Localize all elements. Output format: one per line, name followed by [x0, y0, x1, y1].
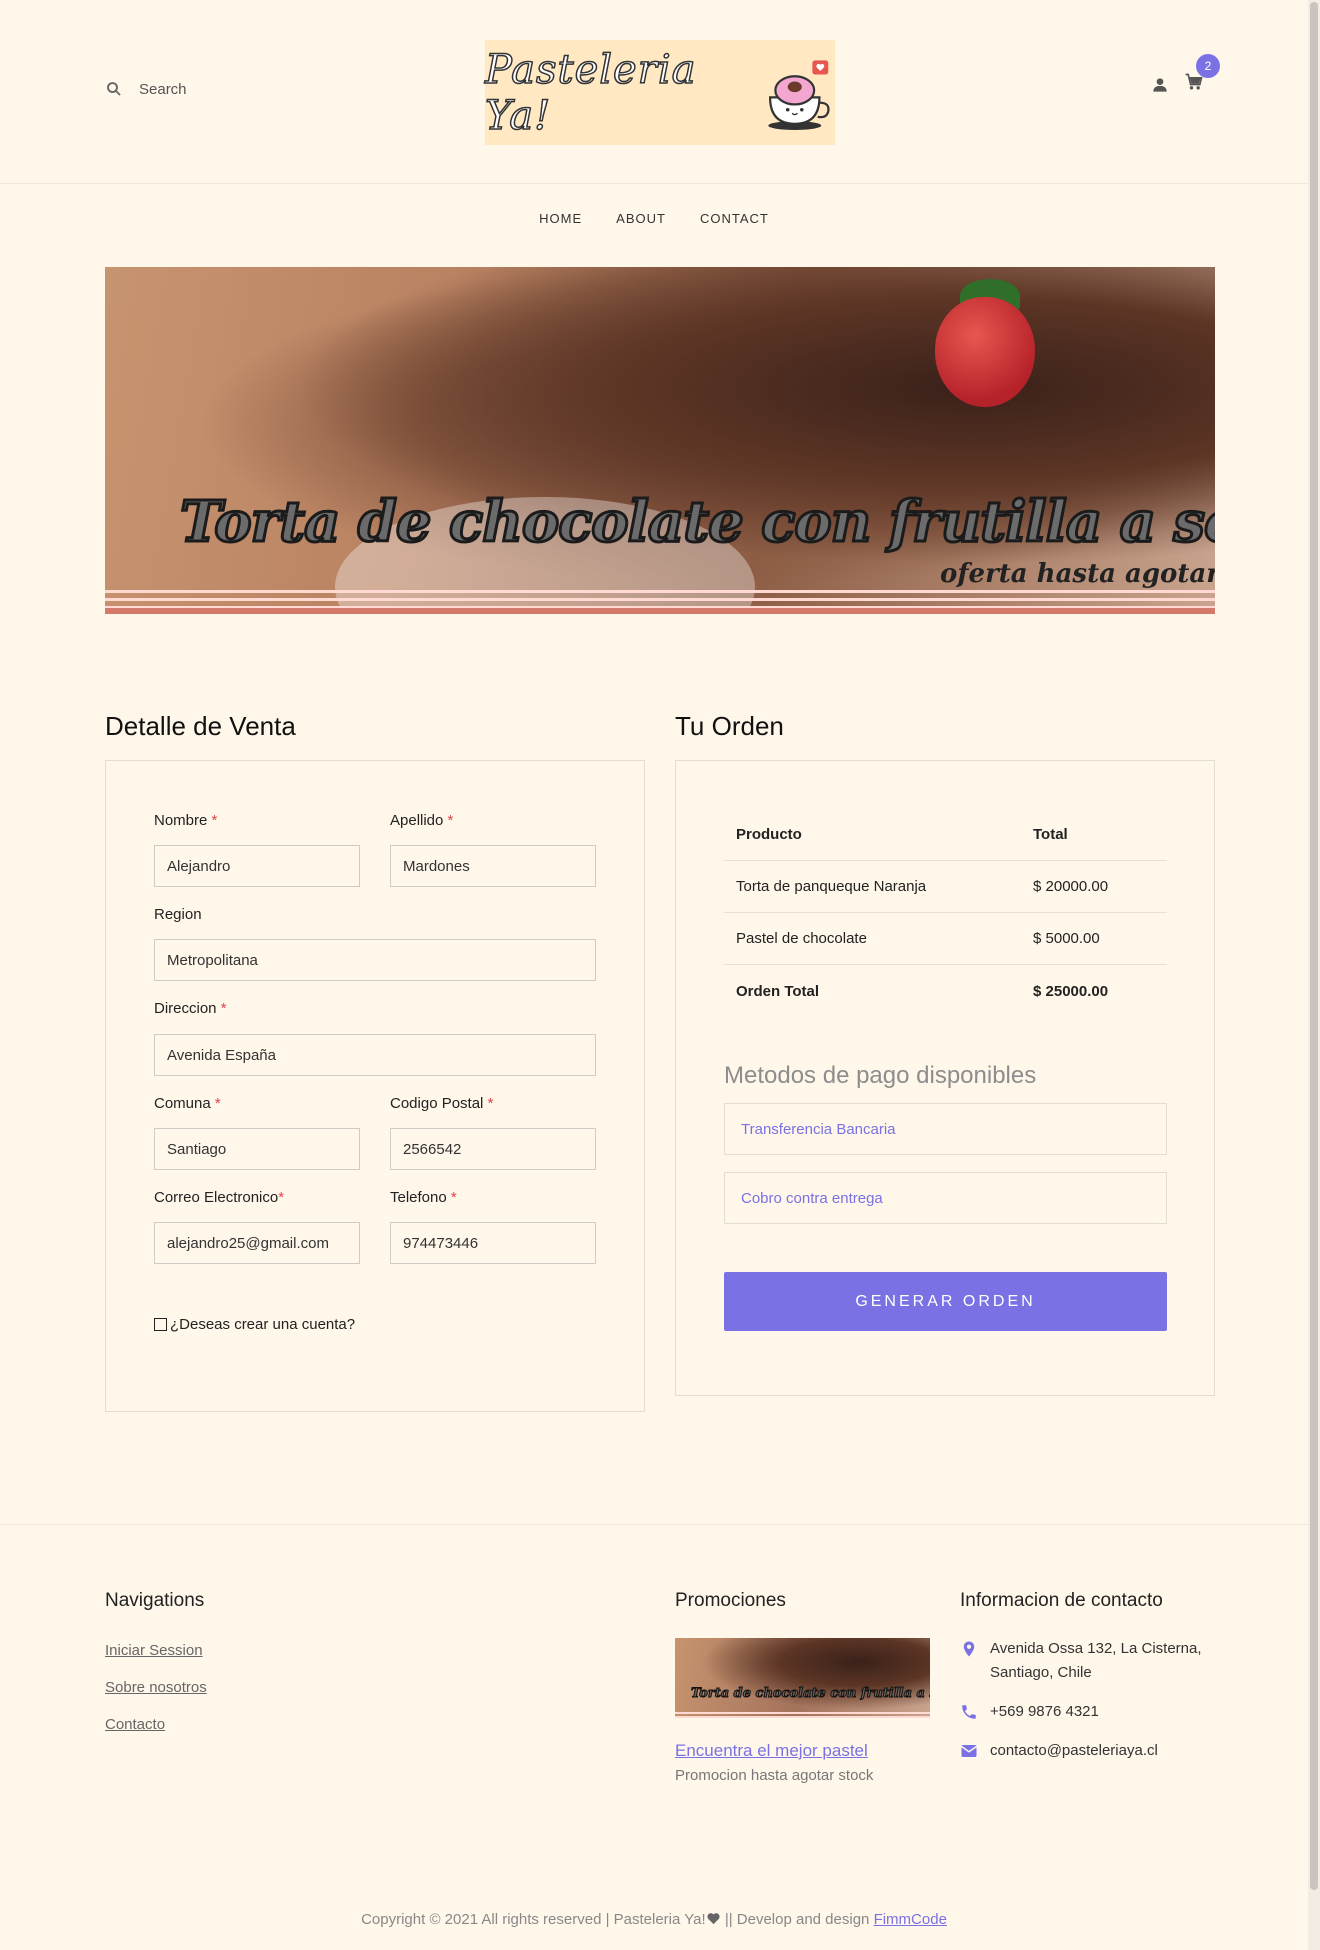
footer-link-contact[interactable]: Contacto: [105, 1716, 165, 1733]
order-table-header: Producto Total: [724, 808, 1167, 861]
promo-thumbnail-stripe: [675, 1712, 930, 1718]
cart-button[interactable]: 2: [1184, 54, 1220, 97]
payment-option-cod[interactable]: Cobro contra entrega: [724, 1172, 1167, 1224]
promo-title-link[interactable]: Encuentra el mejor pastel: [675, 1741, 868, 1761]
row-product: Torta de panqueque Naranja: [736, 878, 927, 895]
col-producto: Producto: [736, 825, 802, 843]
phone-text: +569 9876 4321: [990, 1703, 1099, 1720]
correo-label: Correo Electronico*: [154, 1189, 285, 1206]
telefono-label: Telefono *: [390, 1189, 457, 1206]
contact-email: contacto@pasteleriaya.cl: [960, 1739, 1158, 1763]
footer-contact-heading: Informacion de contacto: [960, 1590, 1163, 1611]
promo-thumbnail-text: Torta de chocolate con frutilla a solo $…: [690, 1686, 930, 1702]
row-product: Pastel de chocolate: [736, 930, 867, 947]
promo-subtitle: Promocion hasta agotar stock: [675, 1767, 874, 1784]
footer-promo-heading: Promociones: [675, 1590, 786, 1611]
order-total-label: Orden Total: [736, 982, 820, 1000]
create-account-checkbox[interactable]: ¿Deseas crear una cuenta?: [154, 1316, 355, 1333]
developer-link[interactable]: FimmCode: [874, 1911, 947, 1928]
nav-about[interactable]: ABOUT: [616, 211, 666, 226]
apellido-field[interactable]: [390, 845, 596, 887]
location-icon: [963, 1641, 975, 1657]
site-logo[interactable]: Pasteleria Ya!: [484, 40, 835, 145]
comuna-label: Comuna *: [154, 1095, 221, 1112]
email-field[interactable]: [154, 1222, 360, 1264]
direccion-field[interactable]: [154, 1034, 596, 1076]
billing-heading: Detalle de Venta: [105, 711, 296, 741]
contact-address: Avenida Ossa 132, La Cisterna, Santiago,…: [960, 1637, 1202, 1685]
payment-option-transfer[interactable]: Transferencia Bancaria: [724, 1103, 1167, 1155]
search-icon[interactable]: [105, 80, 123, 98]
user-icon[interactable]: [1150, 75, 1170, 95]
region-label: Region: [154, 906, 202, 923]
nav-home[interactable]: HOME: [539, 211, 582, 226]
table-row: Pastel de chocolate $ 5000.00: [724, 913, 1167, 965]
scrollbar-thumb[interactable]: [1310, 2, 1318, 1890]
footer-nav-heading: Navigations: [105, 1590, 205, 1611]
cart-count-badge: 2: [1196, 54, 1220, 78]
row-total: $ 5000.00: [1033, 930, 1100, 947]
address-line-1: Avenida Ossa 132, La Cisterna,: [990, 1640, 1202, 1657]
table-row: Torta de panqueque Naranja $ 20000.00: [724, 861, 1167, 913]
banner-subtitle: oferta hasta agotar stock: [940, 559, 1215, 589]
banner-stripes: [105, 590, 1215, 614]
nombre-label: Nombre *: [154, 812, 218, 829]
order-total-row: Orden Total $ 25000.00: [724, 965, 1167, 1017]
order-total-value: $ 25000.00: [1033, 982, 1109, 1000]
footer-link-login[interactable]: Iniciar Session: [105, 1642, 203, 1659]
nombre-field[interactable]: [154, 845, 360, 887]
generate-order-button[interactable]: GENERAR ORDEN: [724, 1272, 1167, 1331]
copyright-mid: || Develop and design: [720, 1911, 874, 1928]
copyright-text: Copyright © 2021 All rights reserved | P…: [361, 1911, 706, 1928]
search-box[interactable]: [105, 80, 339, 98]
apellido-label: Apellido *: [390, 812, 454, 829]
address-line-2: Santiago, Chile: [990, 1664, 1092, 1681]
order-heading: Tu Orden: [675, 711, 784, 741]
direccion-label: Direccion *: [154, 1000, 227, 1017]
col-total: Total: [1033, 825, 1068, 843]
contact-phone: +569 9876 4321: [960, 1700, 1099, 1724]
codigo-postal-field[interactable]: [390, 1128, 596, 1170]
footer-link-about[interactable]: Sobre nosotros: [105, 1679, 207, 1696]
payment-heading: Metodos de pago disponibles: [724, 1062, 1037, 1089]
nav-contact[interactable]: CONTACT: [700, 211, 769, 226]
banner-title: Torta de chocolate con frutilla a solo $…: [179, 488, 1215, 557]
copyright: Copyright © 2021 All rights reserved | P…: [0, 1911, 1308, 1928]
email-text: contacto@pasteleriaya.cl: [990, 1742, 1158, 1759]
row-total: $ 20000.00: [1033, 878, 1109, 895]
page-scrollbar[interactable]: [1308, 0, 1320, 1950]
create-account-label: ¿Deseas crear una cuenta?: [170, 1316, 356, 1333]
mail-icon: [961, 1745, 977, 1757]
main-nav: HOME ABOUT CONTACT: [0, 184, 1308, 252]
region-field[interactable]: [154, 939, 596, 981]
cupcake-mug-icon: [768, 59, 830, 130]
phone-icon: [962, 1705, 976, 1719]
promo-thumbnail[interactable]: Torta de chocolate con frutilla a solo $…: [675, 1638, 930, 1718]
checkbox-box[interactable]: [154, 1318, 167, 1331]
search-input[interactable]: [139, 80, 339, 98]
comuna-field[interactable]: [154, 1128, 360, 1170]
banner-strawberry: [935, 297, 1035, 407]
logo-text: Pasteleria Ya!: [484, 46, 697, 140]
site-header: Pasteleria Ya! 2: [0, 0, 1308, 184]
codigo-postal-label: Codigo Postal *: [390, 1095, 494, 1112]
order-table: Producto Total Torta de panqueque Naranj…: [724, 808, 1167, 1017]
promo-banner[interactable]: Torta de chocolate con frutilla a solo $…: [105, 267, 1215, 614]
telefono-field[interactable]: [390, 1222, 596, 1264]
heart-icon: [707, 1913, 720, 1925]
header-actions: 2: [1150, 54, 1220, 97]
footer-divider: [0, 1524, 1308, 1525]
